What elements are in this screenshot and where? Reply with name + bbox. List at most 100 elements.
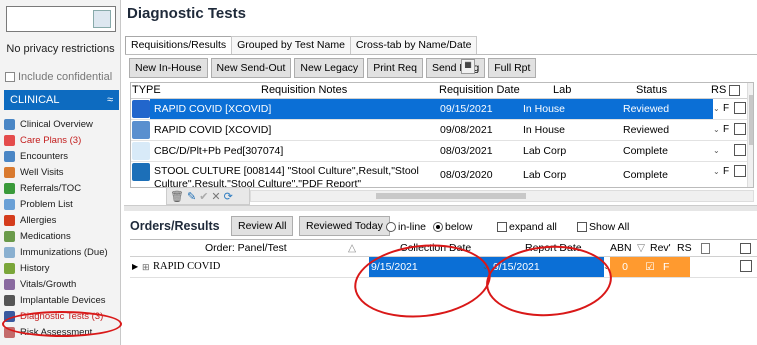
rs-cell[interactable]: F — [660, 257, 690, 277]
status-value[interactable]: Complete — [613, 141, 713, 161]
tab-cross-tab[interactable]: Cross-tab by Name/Date — [349, 36, 478, 54]
sidebar-item-label: Referrals/TOC — [20, 182, 82, 194]
confirm-icon[interactable]: ✔ — [199, 190, 208, 203]
sidebar-item[interactable]: Clinical Overview — [0, 116, 120, 132]
grid-vertical-scrollbar[interactable] — [747, 83, 753, 187]
sidebar-item[interactable]: Problem List — [0, 196, 120, 212]
table-row[interactable]: CBC/D/Plt+Pb Ped[307074] 08/03/2021 Lab Co… — [131, 141, 753, 162]
refresh-icon[interactable]: ⟳ — [224, 190, 233, 203]
status-dropdown-icon[interactable]: ⌄ — [713, 102, 723, 116]
lab-name: In House — [523, 124, 566, 136]
checkbox-icon[interactable] — [577, 222, 587, 232]
clinical-section-header[interactable]: CLINICAL ≈ — [4, 90, 119, 110]
rs-header[interactable]: RS — [677, 242, 692, 254]
abn-cell[interactable]: 0 — [610, 257, 640, 277]
requisition-notes: STOOL CULTURE [008144] "Stool Culture",R… — [154, 165, 419, 188]
radio-icon[interactable] — [386, 222, 396, 232]
sidebar-item[interactable]: Vitals/Growth — [0, 276, 120, 292]
sidebar-item-label: Problem List — [20, 198, 73, 210]
reviewed-today-button[interactable]: Reviewed Today — [299, 216, 390, 236]
nav-item-icon — [4, 150, 15, 162]
status-dropdown-icon[interactable]: ⌄ — [713, 123, 723, 137]
column-chooser-icon[interactable] — [740, 243, 751, 254]
test-type-icon — [132, 100, 150, 118]
toolbar: New In-House New Send-Out New Legacy Pri… — [129, 58, 537, 78]
type-column-header[interactable]: TYPE — [132, 84, 161, 96]
requisition-date: 09/08/2021 — [440, 124, 493, 136]
print-req-button[interactable]: Print Req — [367, 58, 423, 78]
patient-search-input[interactable] — [6, 6, 116, 32]
collapse-chevron-icon[interactable]: ≈ — [107, 94, 113, 106]
review-all-button[interactable]: Review All — [231, 216, 294, 236]
expand-all-checkbox[interactable]: expand all — [497, 221, 557, 233]
sidebar-item[interactable]: Well Visits — [0, 164, 120, 180]
detail-list-icon[interactable] — [734, 144, 746, 156]
sidebar-item[interactable]: Care Plans (3) — [0, 132, 120, 148]
nav-item-icon — [4, 262, 15, 274]
copy-icon[interactable] — [701, 243, 710, 254]
status-column-header[interactable]: Status — [636, 84, 667, 96]
rs-column-header[interactable]: RS — [711, 84, 726, 96]
cancel-icon[interactable]: ✕ — [211, 190, 220, 203]
abn-header[interactable]: ABN — [610, 242, 632, 254]
inline-radio[interactable]: in-line — [386, 221, 426, 233]
checkbox-icon[interactable] — [497, 222, 507, 232]
sidebar-item-label: Allergies — [20, 214, 57, 226]
tab-grouped-by-test[interactable]: Grouped by Test Name — [231, 36, 351, 54]
send-msg-button[interactable]: Send Msg — [425, 58, 486, 78]
status-value[interactable]: Reviewed — [613, 120, 713, 140]
reviewed-checkbox[interactable]: ☑ — [640, 257, 660, 277]
detail-list-icon[interactable] — [734, 165, 746, 177]
show-all-checkbox[interactable]: Show All — [577, 221, 629, 233]
sidebar-item[interactable]: Referrals/TOC — [0, 180, 120, 196]
status-value[interactable]: Complete — [613, 162, 713, 187]
table-row[interactable]: STOOL CULTURE [008144] "Stool Culture",R… — [131, 162, 753, 188]
include-confidential-checkbox[interactable]: Include confidential — [5, 71, 112, 83]
tab-bar: Requisitions/Results Grouped by Test Nam… — [125, 36, 478, 54]
column-chooser-icon[interactable] — [729, 85, 740, 96]
panel-column-header[interactable]: Order: Panel/Test — [205, 242, 287, 254]
sidebar-item[interactable]: History — [0, 260, 120, 276]
sidebar-item[interactable]: Implantable Devices — [0, 292, 120, 308]
new-send-out-button[interactable]: New Send-Out — [210, 58, 292, 78]
below-radio[interactable]: below — [433, 221, 472, 233]
edit-icon[interactable]: ✎ — [187, 190, 196, 203]
below-label: below — [445, 221, 473, 233]
reviewed-header[interactable]: Rev' — [650, 242, 671, 254]
sidebar-item[interactable]: Medications — [0, 228, 120, 244]
notes-column-header[interactable]: Requisition Notes — [261, 84, 347, 96]
grid-horizontal-scrollbar[interactable] — [250, 190, 754, 202]
status-dropdown-icon[interactable]: ⌄ — [713, 165, 723, 179]
list-icon[interactable] — [740, 260, 752, 272]
sidebar-item-label: Encounters — [20, 150, 69, 162]
order-name: RAPID COVID — [153, 261, 221, 272]
pane-splitter[interactable] — [124, 205, 757, 211]
sidebar-item[interactable]: Immunizations (Due) — [0, 244, 120, 260]
tab-requisitions-results[interactable]: Requisitions/Results — [125, 36, 233, 54]
patient-lookup-icon[interactable] — [93, 10, 111, 28]
lab-column-header[interactable]: Lab — [553, 84, 571, 96]
status-value[interactable]: Reviewed — [613, 99, 713, 119]
detail-list-icon[interactable] — [734, 102, 746, 114]
nav-item-icon — [4, 166, 15, 178]
filter-icon[interactable]: ▽ — [637, 242, 645, 254]
table-row[interactable]: RAPID COVID [XCOVID] 09/08/2021 In House Re… — [131, 120, 753, 141]
sidebar-item[interactable]: Encounters — [0, 148, 120, 164]
table-row[interactable]: RAPID COVID [XCOVID] 09/15/2021 In House Re… — [131, 99, 753, 120]
sidebar-item-label: Medications — [20, 230, 71, 242]
nav-item-icon — [4, 198, 15, 210]
grid-action-bar: 🗑 ✎ ✔ ✕ ⟳ — [166, 187, 250, 205]
status-dropdown-icon[interactable]: ⌄ — [713, 144, 723, 158]
new-in-house-button[interactable]: New In-House — [129, 58, 208, 78]
export-excel-icon[interactable]: ▦ — [461, 59, 475, 74]
expand-all-label: expand all — [509, 221, 557, 233]
delete-icon[interactable]: 🗑 — [170, 190, 184, 203]
radio-selected-icon[interactable] — [433, 222, 443, 232]
new-legacy-button[interactable]: New Legacy — [294, 58, 365, 78]
checkbox-icon[interactable] — [5, 72, 15, 82]
date-column-header[interactable]: Requisition Date — [439, 84, 520, 96]
detail-list-icon[interactable] — [734, 123, 746, 135]
expand-icon[interactable]: ⊞ — [142, 257, 150, 277]
sidebar-item[interactable]: Allergies — [0, 212, 120, 228]
full-rpt-button[interactable]: Full Rpt — [488, 58, 537, 78]
